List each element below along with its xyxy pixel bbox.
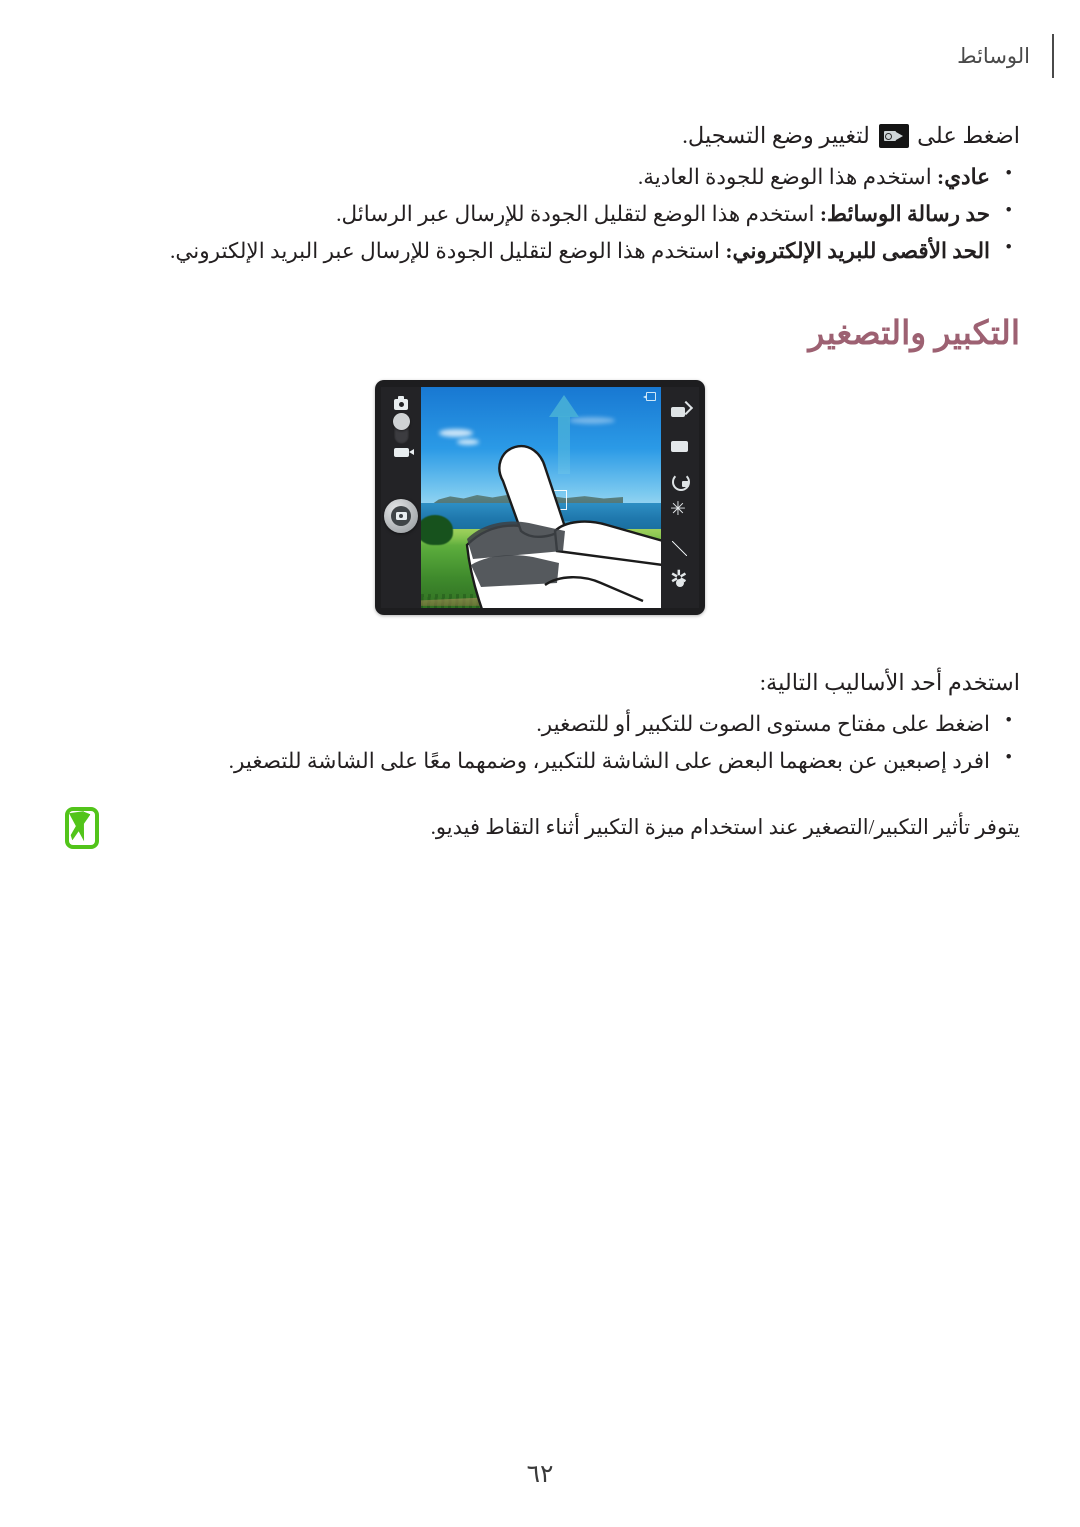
intro-paragraph: اضغط على لتغيير وضع التسجيل. xyxy=(60,118,1020,154)
header-divider xyxy=(1052,34,1054,78)
camcorder-icon xyxy=(878,124,909,148)
shutter-button[interactable] xyxy=(384,498,418,533)
page-content: اضغط على لتغيير وضع التسجيل. عادي: استخد… xyxy=(60,118,1020,851)
list-item: حد رسالة الوسائط: استخدم هذا الوضع لتقلي… xyxy=(60,196,1020,232)
figure-container xyxy=(60,379,1020,615)
camera-toolbar xyxy=(661,386,699,608)
effects-icon[interactable] xyxy=(670,500,690,524)
camera-switch-icon[interactable] xyxy=(670,402,690,422)
note-pen-icon xyxy=(60,805,104,851)
mode-toggle-track[interactable] xyxy=(392,412,410,444)
mode-term: عادي: xyxy=(937,165,990,190)
exposure-icon[interactable] xyxy=(670,539,690,559)
camera-pinch-zoom-illustration xyxy=(375,379,705,615)
viewfinder-badge-icon xyxy=(643,391,656,401)
methods-section: استخدم أحد الأساليب التالية: اضغط على مف… xyxy=(60,665,1020,779)
timer-off-icon[interactable] xyxy=(670,470,690,492)
section-heading: التكبير والتصغير xyxy=(808,315,1020,352)
note-box: يتوفر تأثير التكبير/التصغير عند استخدام … xyxy=(60,805,1020,851)
methods-lead-in: استخدم أحد الأساليب التالية: xyxy=(759,669,1020,695)
list-item: عادي: استخدم هذا الوضع للجودة العادية. xyxy=(60,159,1020,195)
page-number: ٦٢ xyxy=(526,1461,554,1488)
mode-description: استخدم هذا الوضع لتقليل الجودة للإرسال ع… xyxy=(336,202,815,227)
shooting-mode-icon[interactable] xyxy=(670,436,690,456)
camera-mode-icon[interactable] xyxy=(394,395,408,410)
scene-bush xyxy=(421,514,453,545)
scene-cloud xyxy=(457,438,479,445)
list-item: افرد إصبعين عن بعضهما البعض على الشاشة ل… xyxy=(60,743,1020,779)
scene-cloud xyxy=(439,428,473,437)
recording-mode-list: عادي: استخدم هذا الوضع للجودة العادية. ح… xyxy=(60,159,1020,269)
list-item: اضغط على مفتاح مستوى الصوت للتكبير أو لل… xyxy=(60,706,1020,742)
scene-cloud xyxy=(569,416,615,424)
mode-description: استخدم هذا الوضع لتقليل الجودة للإرسال ع… xyxy=(170,239,720,264)
note-text: يتوفر تأثير التكبير/التصغير عند استخدام … xyxy=(430,814,1020,839)
scene-grass-field xyxy=(421,528,661,608)
intro-text-before: اضغط على xyxy=(917,123,1020,148)
camera-right-panel xyxy=(381,386,421,608)
focus-rectangle xyxy=(539,489,567,510)
shutter-camera-icon xyxy=(391,505,411,526)
page-header: الوسائط xyxy=(0,30,1080,82)
mode-toggle-slider[interactable] xyxy=(392,395,414,457)
methods-list: اضغط على مفتاح مستوى الصوت للتكبير أو لل… xyxy=(60,706,1020,779)
mode-description: استخدم هذا الوضع للجودة العادية. xyxy=(637,165,932,190)
settings-gear-icon[interactable] xyxy=(670,568,690,593)
list-item: الحد الأقصى للبريد الإلكتروني: استخدم هذ… xyxy=(60,233,1020,269)
mode-term: حد رسالة الوسائط: xyxy=(819,202,990,227)
video-mode-icon[interactable] xyxy=(393,447,414,457)
mode-toggle-knob[interactable] xyxy=(392,412,410,430)
mode-term: الحد الأقصى للبريد الإلكتروني: xyxy=(725,239,990,264)
page-header-title: الوسائط xyxy=(957,43,1030,68)
intro-text-after: لتغيير وضع التسجيل. xyxy=(682,123,870,148)
camera-viewfinder[interactable] xyxy=(421,386,661,608)
